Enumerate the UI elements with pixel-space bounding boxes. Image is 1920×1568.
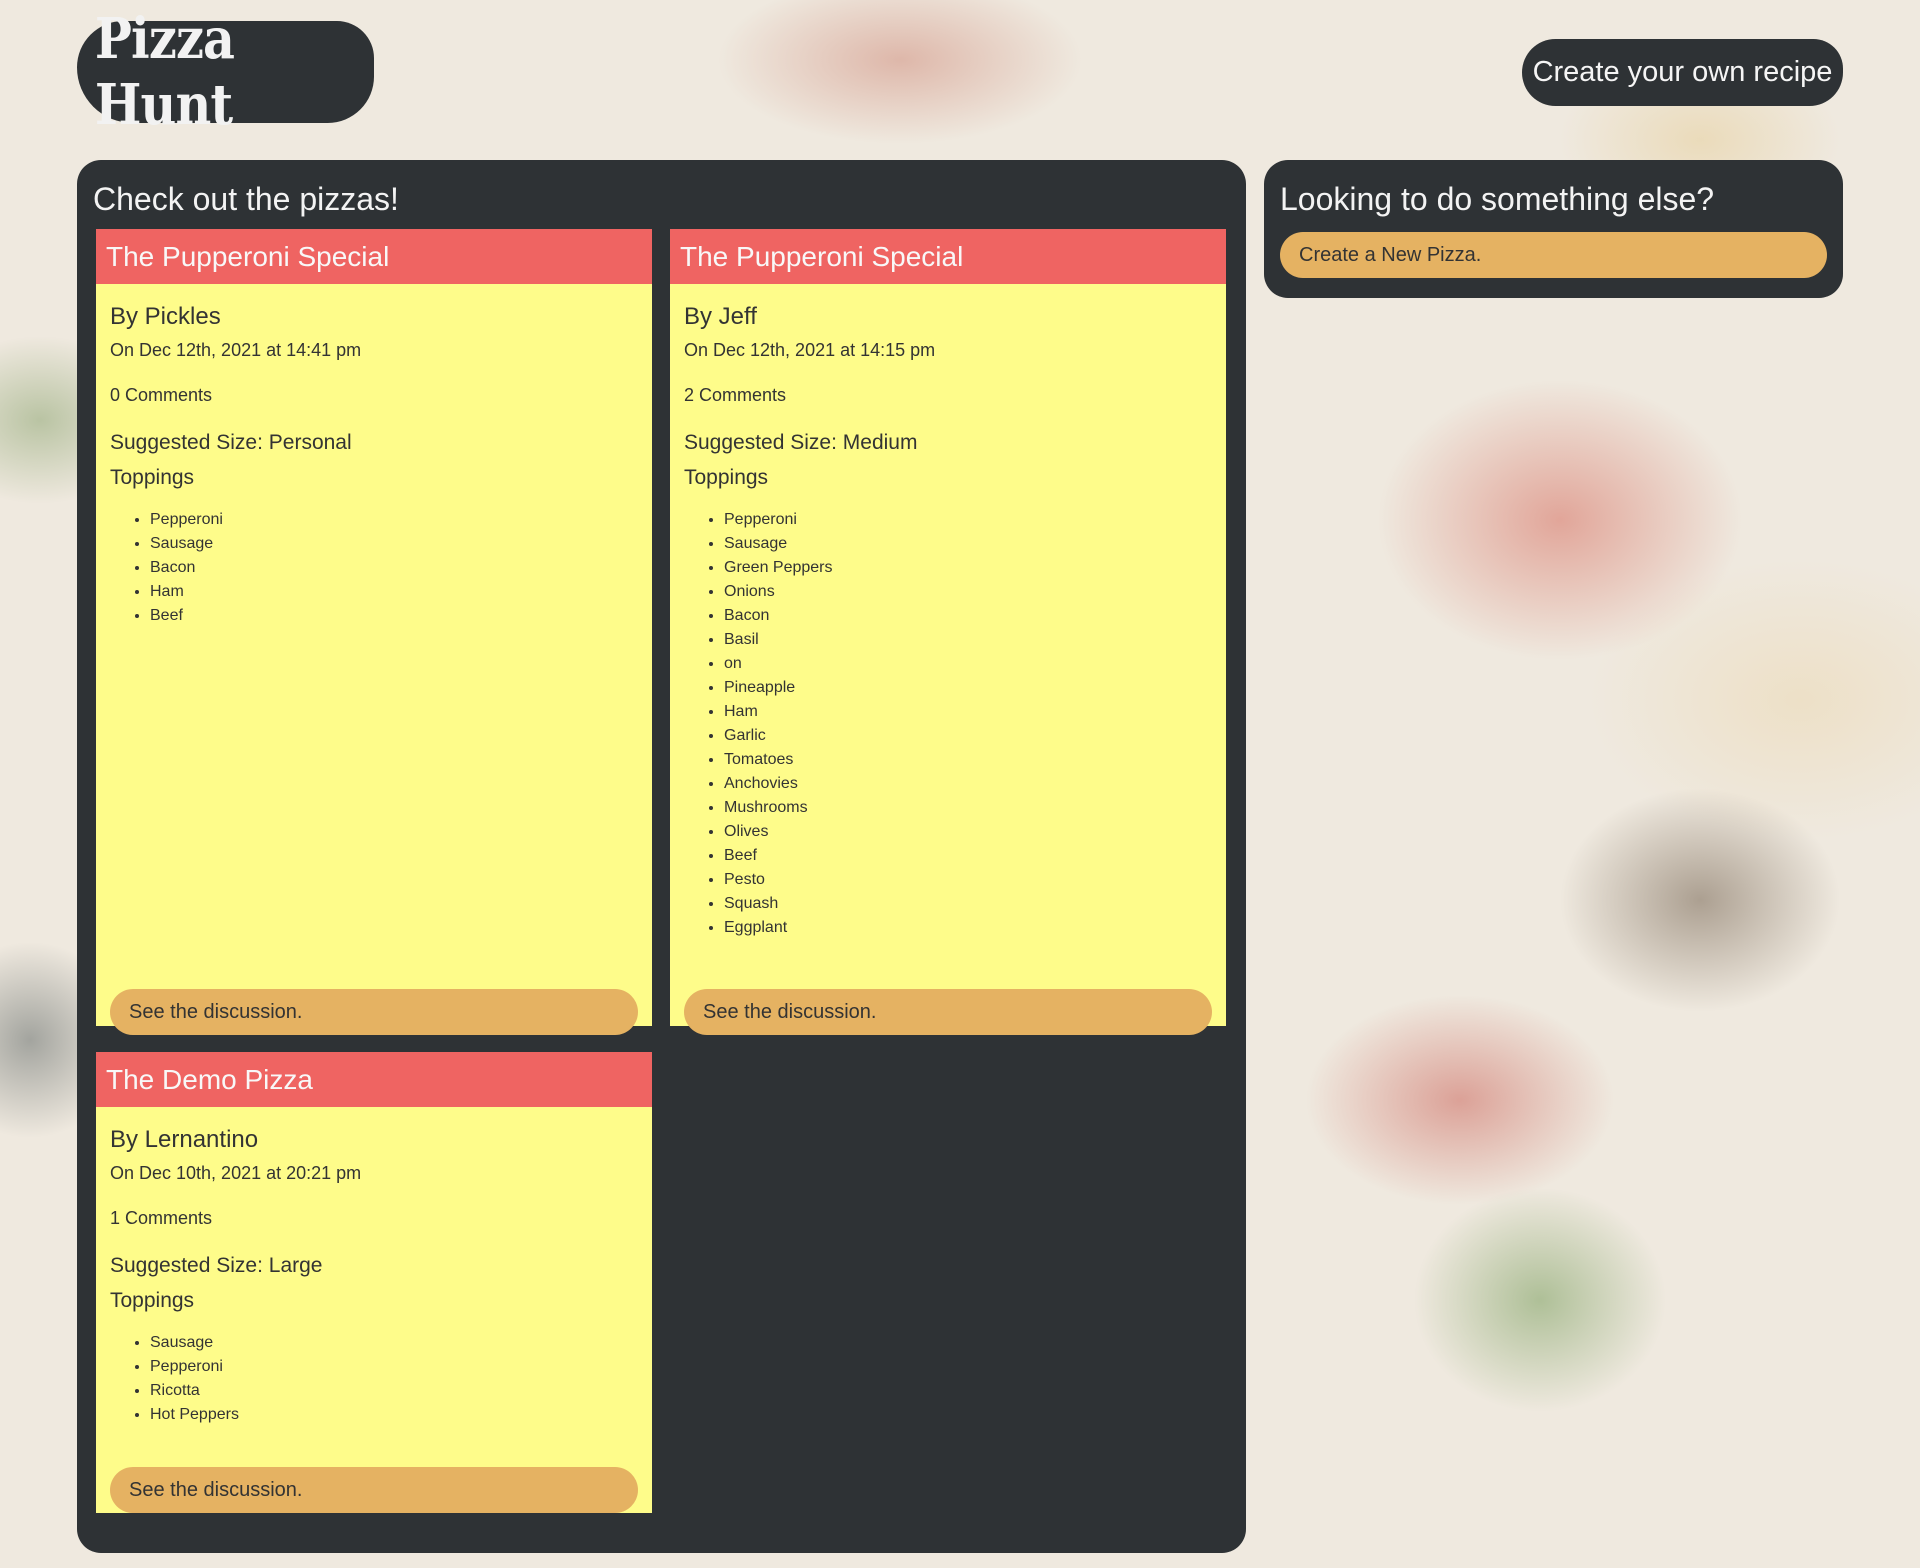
- pizza-date: On Dec 12th, 2021 at 14:41 pm: [110, 340, 362, 360]
- pizza-comments: 0 Comments: [110, 385, 213, 405]
- pizza-list-panel: Check out the pizzas! The Pupperoni Spec…: [77, 160, 1246, 1553]
- topping-item: Hot Peppers: [150, 1403, 638, 1427]
- topping-item: Sausage: [150, 532, 638, 556]
- toppings-list: PepperoniSausageGreen PeppersOnionsBacon…: [684, 508, 1212, 940]
- pizza-card: The Pupperoni Special By Pickles On Dec …: [96, 229, 652, 1035]
- topping-item: Beef: [724, 844, 1212, 868]
- topping-item: Bacon: [150, 556, 638, 580]
- site-logo[interactable]: Pizza Hunt: [77, 6, 374, 138]
- see-discussion-button[interactable]: See the discussion.: [684, 989, 1212, 1035]
- sidebar-panel: Looking to do something else? Create a N…: [1264, 160, 1843, 298]
- pizza-list-title: Check out the pizzas!: [93, 181, 399, 217]
- pizza-author: By Jeff: [684, 303, 757, 330]
- topping-item: Onions: [724, 580, 1212, 604]
- topping-item: Ham: [150, 580, 638, 604]
- pizza-name: The Pupperoni Special: [96, 229, 652, 284]
- toppings-label: Toppings: [110, 466, 195, 489]
- topping-item: Bacon: [724, 604, 1212, 628]
- topping-item: Sausage: [150, 1331, 638, 1355]
- topping-item: Squash: [724, 892, 1212, 916]
- pizza-card: The Demo Pizza By Lernantino On Dec 10th…: [96, 1052, 652, 1513]
- pizza-card-body: By Pickles On Dec 12th, 2021 at 14:41 pm…: [96, 303, 652, 1045]
- topping-item: Anchovies: [724, 772, 1212, 796]
- topping-item: Mushrooms: [724, 796, 1212, 820]
- logo-text: Pizza Hunt: [94, 6, 235, 138]
- topping-item: Pepperoni: [724, 508, 1212, 532]
- topping-item: Pesto: [724, 868, 1212, 892]
- topping-item: Ricotta: [150, 1379, 638, 1403]
- pizza-author: By Pickles: [110, 303, 221, 330]
- topping-item: Pepperoni: [150, 508, 638, 532]
- pizza-author: By Lernantino: [110, 1126, 259, 1153]
- topping-item: Sausage: [724, 532, 1212, 556]
- pizza-size: Suggested Size: Personal: [110, 431, 352, 454]
- topping-item: Eggplant: [724, 916, 1212, 940]
- topping-item: Green Peppers: [724, 556, 1212, 580]
- topping-item: Pepperoni: [150, 1355, 638, 1379]
- pizza-name: The Pupperoni Special: [670, 229, 1226, 284]
- pizza-card: The Pupperoni Special By Jeff On Dec 12t…: [670, 229, 1226, 1035]
- topping-item: Ham: [724, 700, 1212, 724]
- pizza-date: On Dec 10th, 2021 at 20:21 pm: [110, 1163, 362, 1183]
- pizza-comments: 2 Comments: [684, 385, 787, 405]
- pizza-name: The Demo Pizza: [96, 1052, 652, 1107]
- pizza-comments: 1 Comments: [110, 1208, 213, 1228]
- toppings-label: Toppings: [684, 466, 769, 489]
- toppings-list: SausagePepperoniRicottaHot Peppers: [110, 1331, 638, 1427]
- sidebar-title: Looking to do something else?: [1280, 181, 1715, 217]
- topping-item: Basil: [724, 628, 1212, 652]
- pizza-date: On Dec 12th, 2021 at 14:15 pm: [684, 340, 936, 360]
- create-recipe-button[interactable]: Create your own recipe: [1522, 39, 1843, 106]
- topping-item: Pineapple: [724, 676, 1212, 700]
- topping-item: Olives: [724, 820, 1212, 844]
- create-new-pizza-button[interactable]: Create a New Pizza.: [1280, 232, 1827, 278]
- topping-item: Beef: [150, 604, 638, 628]
- toppings-label: Toppings: [110, 1289, 195, 1312]
- pizza-card-body: By Jeff On Dec 12th, 2021 at 14:15 pm 2 …: [670, 303, 1226, 1045]
- see-discussion-button[interactable]: See the discussion.: [110, 989, 638, 1035]
- topping-item: Garlic: [724, 724, 1212, 748]
- pizza-size: Suggested Size: Medium: [684, 431, 918, 454]
- pizza-card-body: By Lernantino On Dec 10th, 2021 at 20:21…: [96, 1126, 652, 1532]
- see-discussion-button[interactable]: See the discussion.: [110, 1467, 638, 1513]
- toppings-list: PepperoniSausageBaconHamBeef: [110, 508, 638, 628]
- topping-item: Tomatoes: [724, 748, 1212, 772]
- pizza-size: Suggested Size: Large: [110, 1254, 323, 1277]
- topping-item: on: [724, 652, 1212, 676]
